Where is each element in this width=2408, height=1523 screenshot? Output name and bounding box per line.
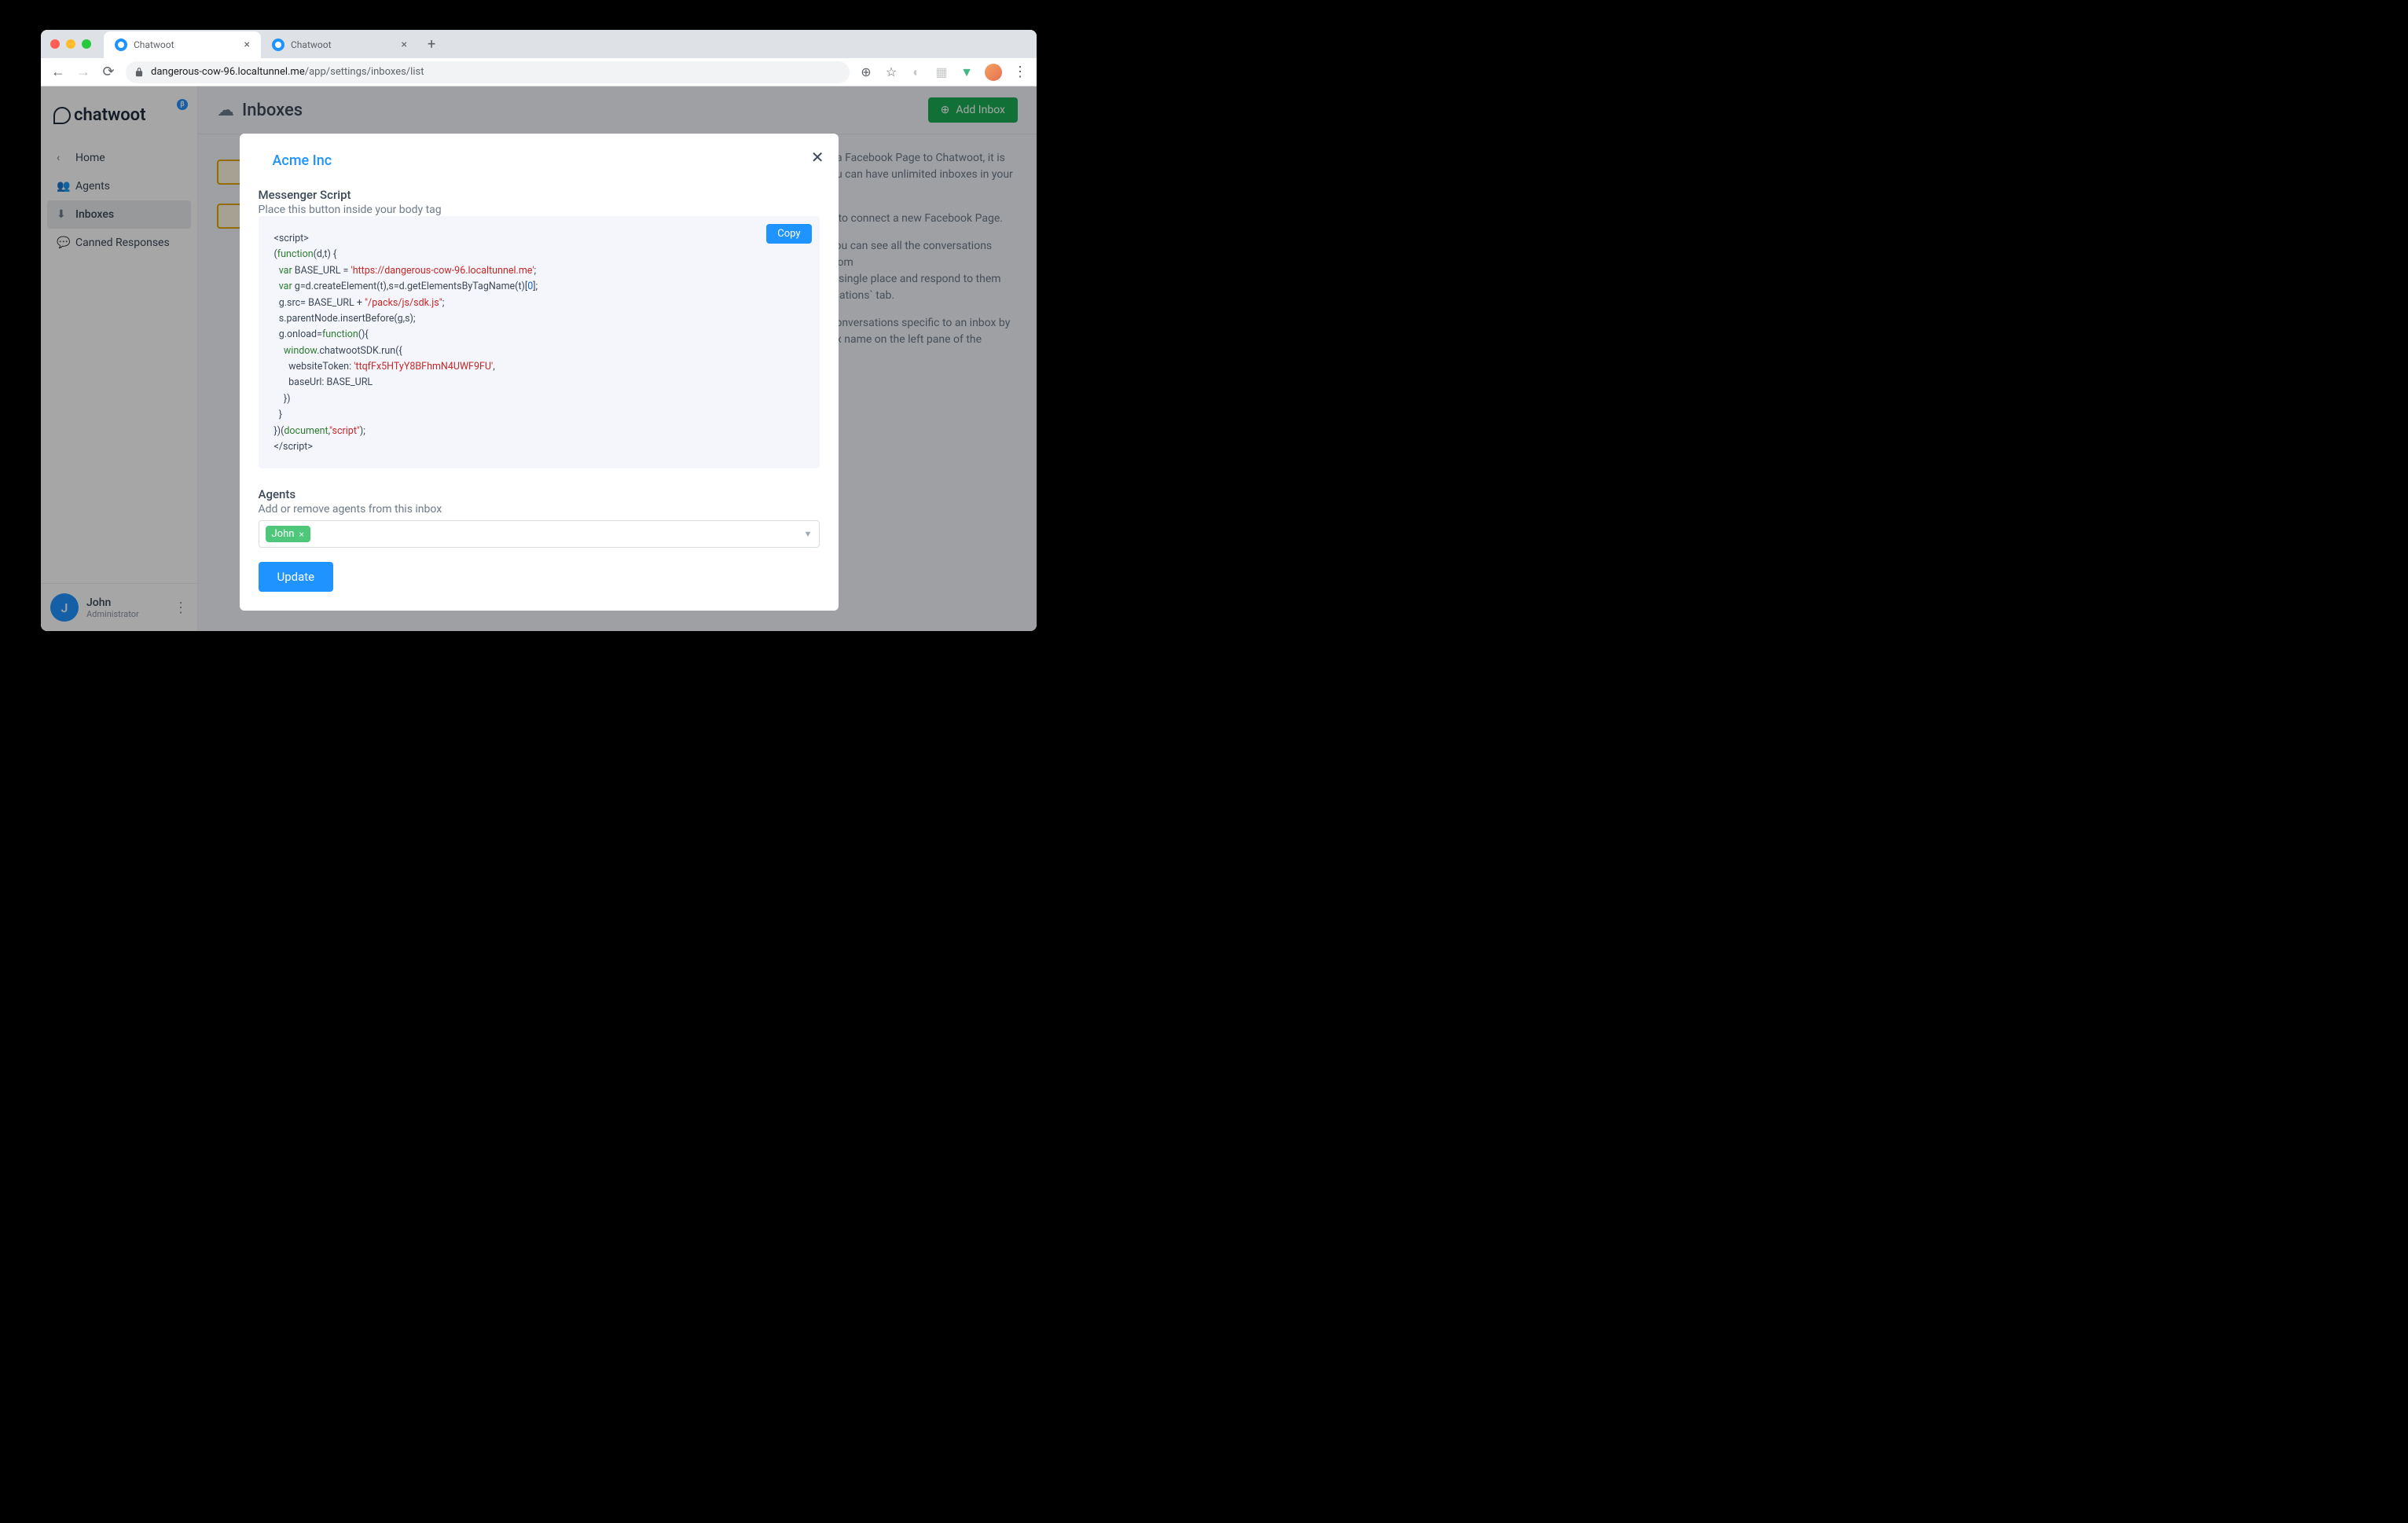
agent-chip: John ×: [266, 526, 310, 542]
url-text: dangerous-cow-96.localtunnel.me/app/sett…: [151, 66, 424, 78]
remove-agent-icon[interactable]: ×: [299, 529, 303, 540]
reload-icon[interactable]: ⟳: [101, 64, 116, 80]
browser-menu-icon[interactable]: ⋮: [1013, 64, 1027, 80]
close-icon[interactable]: ✕: [811, 148, 824, 167]
favicon-icon: [272, 39, 284, 51]
profile-avatar-icon[interactable]: [985, 64, 1002, 81]
address-bar[interactable]: dangerous-cow-96.localtunnel.me/app/sett…: [126, 61, 850, 83]
maximize-window-icon[interactable]: [82, 39, 91, 49]
script-section-sub: Place this button inside your body tag: [259, 204, 820, 216]
back-icon[interactable]: ←: [50, 64, 66, 80]
browser-window: Chatwoot × Chatwoot × + ← → ⟳ dangerous-…: [41, 30, 1037, 631]
tab-close-icon[interactable]: ×: [402, 39, 407, 51]
script-section-label: Messenger Script: [259, 188, 820, 202]
copy-button[interactable]: Copy: [766, 224, 811, 244]
browser-tab-inactive[interactable]: Chatwoot ×: [261, 31, 418, 58]
extension-icon[interactable]: ▦: [934, 65, 949, 79]
tab-title: Chatwoot: [291, 39, 395, 50]
lock-icon: [134, 67, 145, 78]
update-button[interactable]: Update: [259, 562, 334, 592]
add-bookmark-icon[interactable]: ⊕: [859, 65, 873, 79]
browser-toolbar: ← → ⟳ dangerous-cow-96.localtunnel.me/ap…: [41, 58, 1037, 86]
agent-chip-label: John: [272, 528, 295, 540]
browser-tabs: Chatwoot × Chatwoot × +: [104, 30, 435, 58]
tab-title: Chatwoot: [134, 39, 238, 50]
new-tab-icon[interactable]: +: [428, 36, 435, 53]
extension-icon[interactable]: ◐: [909, 65, 923, 79]
agents-section: Agents Add or remove agents from this in…: [259, 487, 820, 548]
modal-title: Acme Inc: [259, 152, 820, 169]
forward-icon[interactable]: →: [75, 64, 91, 80]
close-window-icon[interactable]: [50, 39, 60, 49]
tab-close-icon[interactable]: ×: [244, 39, 250, 51]
star-icon[interactable]: ☆: [884, 65, 898, 79]
modal-overlay[interactable]: ✕ Acme Inc Messenger Script Place this b…: [41, 86, 1037, 631]
window-titlebar: Chatwoot × Chatwoot × +: [41, 30, 1037, 58]
agents-select[interactable]: John × ▼: [259, 520, 820, 548]
toolbar-right: ⊕ ☆ ◐ ▦ ▼ ⋮: [859, 64, 1027, 81]
inbox-settings-modal: ✕ Acme Inc Messenger Script Place this b…: [240, 134, 839, 611]
traffic-lights: [50, 39, 91, 49]
browser-tab-active[interactable]: Chatwoot ×: [104, 31, 261, 58]
favicon-icon: [115, 39, 127, 51]
vue-devtools-icon[interactable]: ▼: [960, 65, 974, 79]
chevron-down-icon[interactable]: ▼: [804, 529, 813, 539]
code-block[interactable]: Copy<script> (function(d,t) { var BASE_U…: [259, 216, 820, 468]
minimize-window-icon[interactable]: [66, 39, 75, 49]
agents-label: Agents: [259, 487, 820, 501]
agents-sub: Add or remove agents from this inbox: [259, 503, 820, 516]
